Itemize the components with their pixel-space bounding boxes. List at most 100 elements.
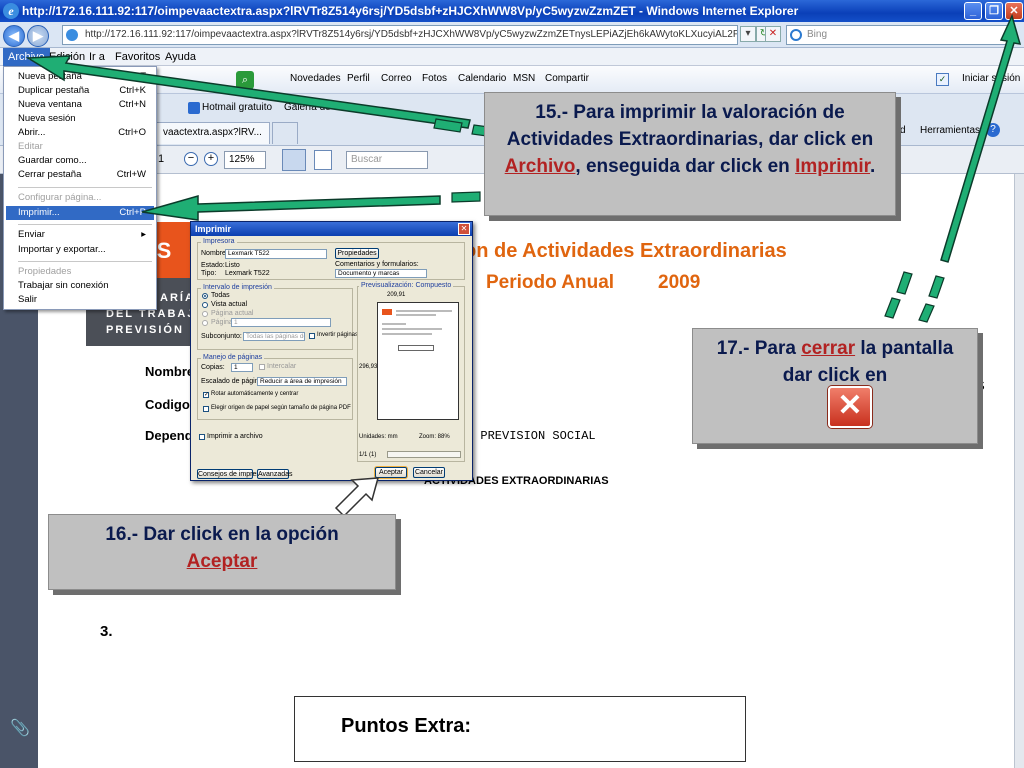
zoom-in-icon[interactable]: + [204, 152, 218, 166]
menu-favoritos[interactable]: Favoritos [110, 48, 165, 66]
menu-archivo[interactable]: Archivo [3, 48, 50, 66]
menu-imprimir[interactable]: Imprimir... Ctrl+P [6, 206, 154, 220]
zoom-out-icon[interactable]: − [184, 152, 198, 166]
radio-paginas [202, 320, 208, 326]
menu-nueva-sesion[interactable]: Nueva sesión [6, 112, 154, 126]
callout-link-imprimir: Imprimir [795, 156, 871, 177]
link-correo[interactable]: Correo [381, 73, 412, 84]
choose-source-checkbox[interactable] [203, 406, 209, 412]
link-calendario[interactable]: Calendario [458, 73, 506, 84]
scaling-select[interactable]: Reducir a área de impresión [257, 377, 347, 386]
puntos-extra-box: Puntos Extra: [294, 696, 746, 762]
menu-ayuda[interactable]: Ayuda [160, 48, 201, 66]
menu-abrir[interactable]: Abrir... Ctrl+O [6, 126, 154, 140]
callout-link-archivo: Archivo [504, 156, 576, 177]
menu-separator [18, 187, 152, 188]
preview-box [398, 345, 434, 351]
menu-editar: Editar [18, 141, 43, 152]
checkbox-icon[interactable]: ✓ [936, 73, 949, 86]
menu-nueva-pestana[interactable]: Nueva pestaña Ctrl+T [6, 70, 154, 84]
print-to-file-checkbox[interactable] [199, 434, 205, 440]
preview-line [382, 328, 442, 330]
radio-vista-actual[interactable] [202, 302, 208, 308]
auto-rotate-checkbox[interactable]: ✓ [203, 392, 209, 398]
forward-arrow-icon[interactable]: ▶ [27, 25, 49, 47]
cancel-button[interactable]: Cancelar [413, 467, 445, 478]
link-perfil[interactable]: Perfil [347, 73, 370, 84]
radio-todas[interactable] [202, 293, 208, 299]
help-icon[interactable]: ? [986, 123, 1000, 137]
link-msn[interactable]: MSN [513, 73, 535, 84]
maximize-icon[interactable]: ❐ [985, 2, 1003, 20]
dialog-close-icon[interactable]: ✕ [458, 223, 470, 235]
logo-line-3: PREVISIÓN [106, 324, 184, 336]
menu-guardar-como[interactable]: Guardar como... [6, 154, 154, 168]
label-depend: Depend [145, 428, 193, 443]
callout-link-cerrar: cerrar [801, 338, 856, 359]
fav-gallery[interactable]: Galería de [284, 102, 331, 113]
printer-group-label: Impresora [201, 238, 237, 245]
menu-importar-exportar[interactable]: Importar y exportar... [6, 243, 154, 257]
pdf-search-input[interactable]: Buscar [346, 151, 428, 169]
print-dialog: Imprimir ✕ Impresora Nombre: Lexmark T52… [190, 221, 473, 481]
copies-label: Copias: [201, 364, 225, 371]
search-input[interactable]: Bing [786, 25, 1012, 45]
page-menu[interactable]: d [900, 125, 906, 136]
menu-separator [18, 224, 152, 225]
tips-button[interactable]: Consejos de impresión [197, 469, 269, 479]
preview-line [396, 314, 436, 316]
fit-page-icon[interactable] [314, 150, 332, 170]
menu-salir[interactable]: Salir [6, 293, 154, 307]
radio-pagina-actual [202, 311, 208, 317]
menu-duplicar-pestana[interactable]: Duplicar pestaña Ctrl+K [6, 84, 154, 98]
fit-width-icon[interactable] [282, 149, 306, 171]
tools-menu[interactable]: Herramientas [920, 125, 980, 136]
advanced-button[interactable]: Avanzadas [257, 469, 293, 479]
new-tab-button[interactable] [272, 122, 298, 144]
vertical-scrollbar[interactable] [1014, 174, 1024, 768]
search-icon[interactable]: ⌕ [236, 71, 254, 89]
minimize-icon[interactable]: _ [964, 2, 982, 20]
printer-type-value: Lexmark T522 [225, 270, 270, 277]
preview-page [377, 302, 459, 420]
print-to-file-label: Imprimir a archivo [207, 433, 263, 440]
callout-step-16: 16.- Dar click en la opción Aceptar [48, 514, 396, 590]
comments-select[interactable]: Documento y marcas [335, 269, 427, 278]
menu-enviar[interactable]: Enviar ▸ [6, 228, 154, 242]
copies-input[interactable]: 1 [231, 363, 253, 372]
link-iniciar-sesion[interactable]: Iniciar sesión [962, 73, 1020, 84]
page-slider[interactable] [387, 451, 461, 458]
printer-type-label: Tipo: [201, 270, 217, 277]
printer-name-label: Nombre: [201, 250, 228, 257]
menu-ir-a[interactable]: Ir a [84, 48, 110, 66]
link-compartir[interactable]: Compartir [545, 73, 589, 84]
printer-name-select[interactable]: Lexmark T522 [225, 249, 327, 259]
tab-active[interactable]: vaactextra.aspx?lRV... [156, 122, 270, 144]
radio-todas-label: Todas [211, 292, 230, 299]
units-label: Unidades: mm [359, 434, 398, 440]
reverse-pages-checkbox[interactable] [309, 333, 315, 339]
link-novedades[interactable]: Novedades [290, 73, 341, 84]
dropdown-arrow-icon[interactable]: ▾ [740, 26, 756, 42]
link-fotos[interactable]: Fotos [422, 73, 447, 84]
menu-nueva-ventana[interactable]: Nueva ventana Ctrl+N [6, 98, 154, 112]
comments-label: Comentarios y formularios: [335, 261, 419, 268]
page-number[interactable]: 1 [158, 153, 164, 165]
menu-propiedades: Propiedades [18, 266, 72, 277]
menu-trabajar-sin-conexion[interactable]: Trabajar sin conexión [6, 279, 154, 293]
callout-link-aceptar: Aceptar [186, 551, 258, 572]
stop-icon[interactable]: ✕ [765, 26, 781, 42]
ok-button[interactable]: Aceptar [375, 467, 407, 478]
close-icon[interactable]: ✕ [1005, 2, 1023, 20]
puntos-extra-label: Puntos Extra: [341, 715, 472, 737]
address-input[interactable]: http://172.16.111.92:117/oimpevaactextra… [62, 25, 738, 45]
properties-button[interactable]: Propiedades [335, 248, 379, 259]
zoom-select[interactable]: 125% [224, 151, 266, 169]
doc-title-line1: on de Actividades Extraordinarias [464, 240, 787, 262]
collate-label: Intercalar [267, 363, 297, 370]
attachment-icon[interactable]: 📎 [10, 718, 30, 738]
menu-cerrar-pestana[interactable]: Cerrar pestaña Ctrl+W [6, 168, 154, 182]
back-arrow-icon[interactable]: ◀ [3, 25, 25, 47]
fav-hotmail[interactable]: Hotmail gratuito [202, 102, 272, 113]
preview-group-label: Previsualización: Compuesto [359, 282, 454, 289]
